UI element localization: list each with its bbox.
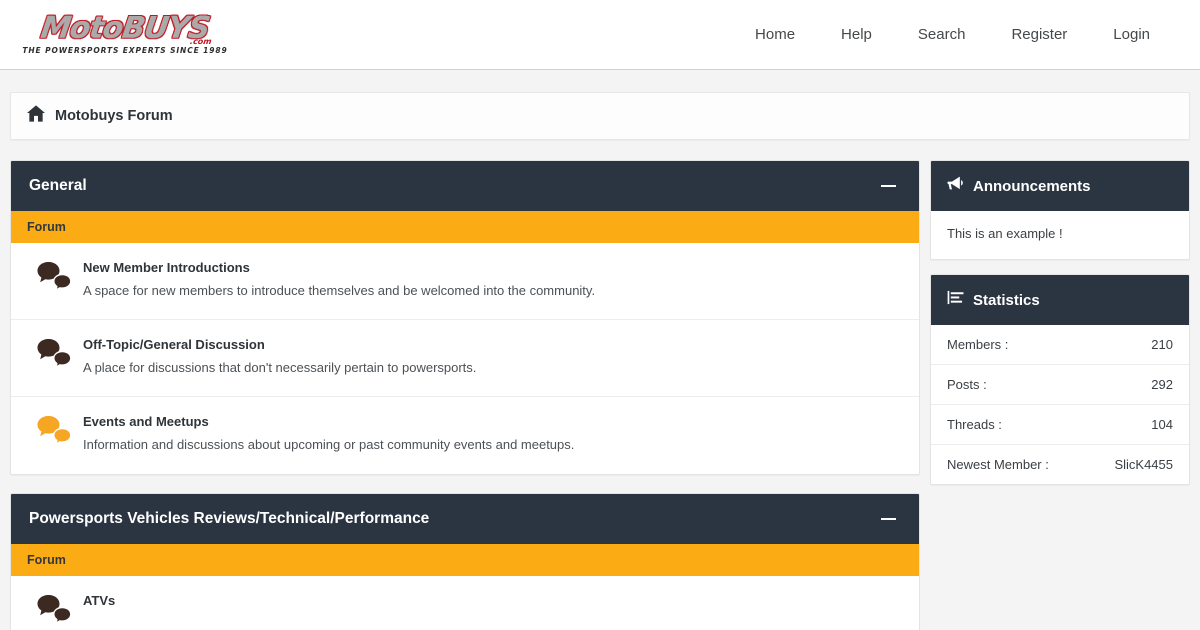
announcement-text: This is an example ! xyxy=(947,226,1063,241)
nav-item-search[interactable]: Search xyxy=(918,26,966,43)
category-column-header: Forum xyxy=(11,544,919,576)
panel-body: Members : 210 Posts : 292 Threads : 104 … xyxy=(931,325,1189,484)
forum-title[interactable]: New Member Introductions xyxy=(83,260,903,276)
forum-title[interactable]: Off-Topic/General Discussion xyxy=(83,337,903,353)
list-item: Posts : 292 xyxy=(931,365,1189,406)
logo-wordmark: MotoBUYS xyxy=(35,11,215,46)
list-item: Threads : 104 xyxy=(931,405,1189,446)
main-navigation: Home Help Search Register Login xyxy=(755,26,1150,43)
stat-label: Newest Member : xyxy=(947,457,1049,473)
forum-description: A place for discussions that don't neces… xyxy=(83,359,477,375)
nav-item-register[interactable]: Register xyxy=(1011,26,1067,43)
site-logo[interactable]: MotoBUYS .com THE POWERSPORTS EXPERTS SI… xyxy=(22,11,226,59)
speech-bubbles-icon xyxy=(27,592,83,627)
forum-category-powersports: Powersports Vehicles Reviews/Technical/P… xyxy=(10,493,920,630)
table-row[interactable]: ATVs xyxy=(11,576,919,630)
category-column-header: Forum xyxy=(11,211,919,243)
stat-value: 292 xyxy=(1151,377,1173,393)
forum-info: ATVs xyxy=(83,592,903,615)
forum-info: New Member Introductions A space for new… xyxy=(83,259,903,299)
forum-title[interactable]: Events and Meetups xyxy=(83,414,903,430)
list-item: Members : 210 xyxy=(931,325,1189,366)
list-item: Newest Member : SlicK4455 xyxy=(931,445,1189,484)
panel-header: Statistics xyxy=(931,275,1189,326)
table-row[interactable]: Off-Topic/General Discussion A place for… xyxy=(11,320,919,397)
forum-info: Events and Meetups Information and discu… xyxy=(83,413,903,453)
stat-value: 104 xyxy=(1151,417,1173,433)
nav-item-help[interactable]: Help xyxy=(841,26,872,43)
stat-value[interactable]: SlicK4455 xyxy=(1114,457,1173,472)
category-title: General xyxy=(29,177,87,194)
forum-info: Off-Topic/General Discussion A place for… xyxy=(83,336,903,376)
page-container: Motobuys Forum General Forum New Member … xyxy=(0,92,1200,630)
logo-dotcom: .com xyxy=(189,36,213,46)
table-row[interactable]: New Member Introductions A space for new… xyxy=(11,243,919,320)
nav-item-login[interactable]: Login xyxy=(1113,26,1150,43)
announcements-panel: Announcements This is an example ! xyxy=(930,160,1190,261)
category-header: General xyxy=(11,161,919,211)
speech-bubbles-icon xyxy=(27,259,83,294)
stat-label: Members : xyxy=(947,337,1009,353)
logo-tagline: THE POWERSPORTS EXPERTS SINCE 1989 xyxy=(22,46,228,55)
forum-title[interactable]: ATVs xyxy=(83,593,903,609)
column-header-forum: Forum xyxy=(27,220,66,234)
bullhorn-icon xyxy=(947,176,964,196)
breadcrumb-label[interactable]: Motobuys Forum xyxy=(55,108,173,124)
bar-chart-icon xyxy=(947,290,964,310)
panel-title: Statistics xyxy=(973,291,1040,309)
panel-body: This is an example ! xyxy=(931,211,1189,259)
forum-description: A space for new members to introduce the… xyxy=(83,282,596,298)
minus-icon[interactable] xyxy=(877,508,899,530)
stat-label: Posts : xyxy=(947,377,987,393)
stat-value: 210 xyxy=(1151,337,1173,353)
breadcrumb: Motobuys Forum xyxy=(10,92,1190,140)
statistics-panel: Statistics Members : 210 Posts : 292 Thr… xyxy=(930,274,1190,486)
category-title: Powersports Vehicles Reviews/Technical/P… xyxy=(29,510,430,527)
category-header: Powersports Vehicles Reviews/Technical/P… xyxy=(11,494,919,544)
sidebar-column: Announcements This is an example ! Stati… xyxy=(930,160,1190,499)
forum-description: Information and discussions about upcomi… xyxy=(83,436,575,452)
forum-list-column: General Forum New Member Introductions A… xyxy=(10,160,920,630)
nav-item-home[interactable]: Home xyxy=(755,26,795,43)
forum-category-general: General Forum New Member Introductions A… xyxy=(10,160,920,475)
table-row[interactable]: Events and Meetups Information and discu… xyxy=(11,397,919,474)
home-icon[interactable] xyxy=(27,105,45,127)
minus-icon[interactable] xyxy=(877,175,899,197)
site-header: MotoBUYS .com THE POWERSPORTS EXPERTS SI… xyxy=(0,0,1200,70)
stat-label: Threads : xyxy=(947,417,1002,433)
speech-bubbles-icon xyxy=(27,336,83,371)
panel-header: Announcements xyxy=(931,161,1189,211)
panel-title: Announcements xyxy=(973,177,1091,195)
content-layout: General Forum New Member Introductions A… xyxy=(10,160,1190,630)
speech-bubbles-icon xyxy=(27,413,83,448)
column-header-forum: Forum xyxy=(27,553,66,567)
